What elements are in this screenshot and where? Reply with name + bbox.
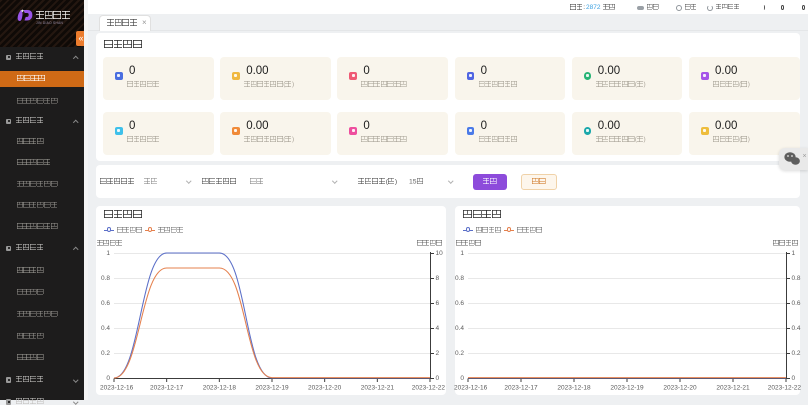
- svg-text:0.8: 0.8: [101, 275, 110, 282]
- svg-text:2023-12-22: 2023-12-22: [768, 385, 802, 392]
- svg-text:2023-12-17: 2023-12-17: [504, 385, 538, 392]
- svg-text:2023-12-21: 2023-12-21: [361, 385, 395, 392]
- svg-text:2023-12-18: 2023-12-18: [557, 385, 591, 392]
- svg-text:2023-12-17: 2023-12-17: [150, 385, 184, 392]
- svg-text:2023-12-20: 2023-12-20: [663, 385, 697, 392]
- svg-text:0.6: 0.6: [101, 300, 110, 307]
- svg-text:0.8: 0.8: [792, 275, 801, 282]
- svg-text:0.4: 0.4: [101, 325, 110, 332]
- svg-text:0.6: 0.6: [792, 300, 801, 307]
- svg-text:0.8: 0.8: [455, 275, 464, 282]
- svg-text:8: 8: [436, 275, 440, 282]
- svg-text:0.2: 0.2: [101, 350, 110, 357]
- svg-text:4: 4: [436, 325, 440, 332]
- svg-text:0.4: 0.4: [455, 325, 464, 332]
- svg-text:10: 10: [436, 250, 444, 257]
- svg-text:2023-12-22: 2023-12-22: [412, 385, 446, 392]
- svg-text:6: 6: [436, 300, 440, 307]
- svg-text:2023-12-20: 2023-12-20: [308, 385, 342, 392]
- svg-text:0.6: 0.6: [455, 300, 464, 307]
- svg-text:2023-12-19: 2023-12-19: [255, 385, 289, 392]
- svg-text:2023-12-16: 2023-12-16: [454, 385, 488, 392]
- svg-text:0.4: 0.4: [792, 325, 801, 332]
- svg-text:0.2: 0.2: [455, 350, 464, 357]
- svg-text:1: 1: [792, 250, 796, 257]
- svg-text:0: 0: [106, 375, 110, 382]
- svg-text:2023-12-19: 2023-12-19: [610, 385, 644, 392]
- svg-text:2023-12-16: 2023-12-16: [100, 385, 134, 392]
- svg-text:0: 0: [436, 375, 440, 382]
- svg-text:2023-12-21: 2023-12-21: [716, 385, 750, 392]
- svg-text:0: 0: [460, 375, 464, 382]
- svg-text:0: 0: [792, 375, 796, 382]
- svg-text:1: 1: [106, 250, 110, 257]
- svg-text:0.2: 0.2: [792, 350, 801, 357]
- svg-text:2023-12-18: 2023-12-18: [203, 385, 237, 392]
- svg-text:2: 2: [436, 350, 440, 357]
- svg-text:1: 1: [460, 250, 464, 257]
